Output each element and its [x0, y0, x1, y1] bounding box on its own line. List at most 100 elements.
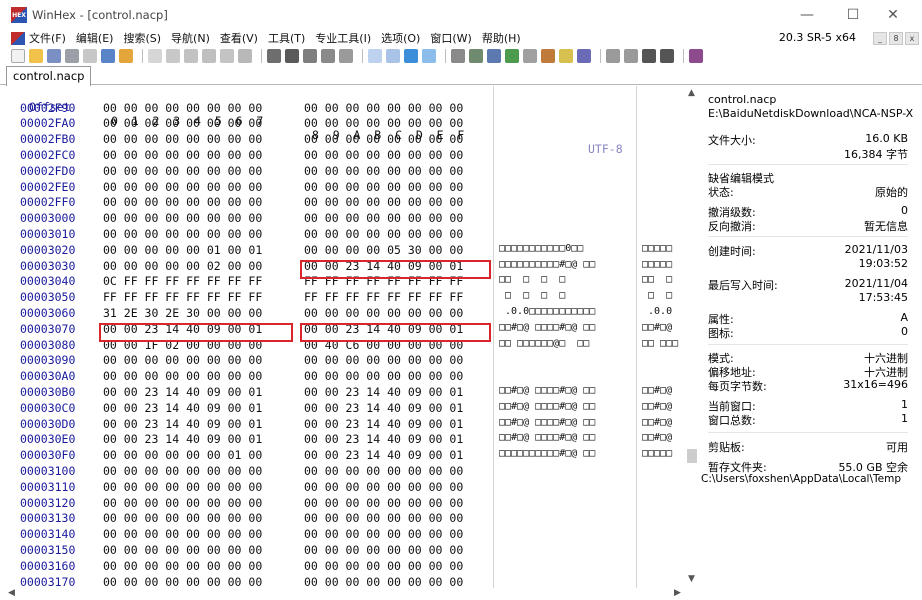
hex-row[interactable]: 000030F0 00 00 00 00 00 00 01 00 00 00 23 …	[0, 448, 684, 464]
hex-bytes-high[interactable]: 00 00 00 00 00 00 00 00	[304, 543, 463, 557]
menu-options[interactable]: 选项(O)	[381, 30, 420, 46]
forward-arrow-icon[interactable]	[422, 49, 436, 63]
new-file-icon[interactable]	[11, 49, 25, 63]
hex-bytes-low[interactable]: 00 00 00 00 00 00 00 00	[103, 543, 262, 557]
copy-icon[interactable]	[184, 49, 198, 63]
offset-cell[interactable]: 00003070	[20, 322, 75, 336]
menu-navigation[interactable]: 导航(N)	[171, 30, 210, 46]
undo-icon[interactable]	[148, 49, 162, 63]
hex-bytes-low[interactable]: 00 00 00 00 00 00 00 00	[103, 496, 262, 510]
hex-bytes-low[interactable]: 00 00 00 00 00 00 00 00	[103, 464, 262, 478]
text-decoded[interactable]: □ □ □ □	[499, 290, 565, 301]
hex-bytes-high[interactable]: 00 00 00 00 00 00 00 00	[304, 195, 463, 209]
hex-bytes-low[interactable]: 00 00 00 00 00 00 00 00	[103, 180, 262, 194]
menu-search[interactable]: 搜索(S)	[123, 30, 161, 46]
hex-bytes-high[interactable]: 00 00 00 00 00 00 00 00	[304, 369, 463, 383]
hex-bytes-high[interactable]: 00 00 00 00 05 30 00 00	[304, 243, 463, 257]
offset-cell[interactable]: 00003010	[20, 227, 75, 241]
properties-icon[interactable]	[83, 49, 97, 63]
hex-row[interactable]: 00002FF0 00 00 00 00 00 00 00 00 00 00 00 …	[0, 195, 684, 211]
hex-row[interactable]: 000030A0 00 00 00 00 00 00 00 00 00 00 00 …	[0, 369, 684, 385]
menu-tools[interactable]: 工具(T)	[268, 30, 305, 46]
folder-up-icon[interactable]	[119, 49, 133, 63]
minimize-button[interactable]: —	[784, 0, 830, 30]
hex-bytes-low[interactable]: 00 00 00 00 00 00 00 00	[103, 480, 262, 494]
offset-cell[interactable]: 00003100	[20, 464, 75, 478]
vertical-scrollbar[interactable]: ▲ ▼	[684, 86, 700, 588]
hex-bytes-high[interactable]: 00 00 00 00 00 00 00 00	[304, 527, 463, 541]
find-text-icon[interactable]	[267, 49, 281, 63]
offset-cell[interactable]: 00003170	[20, 575, 75, 589]
hex-bytes-low[interactable]: 00 00 00 00 00 00 00 00	[103, 195, 262, 209]
hex-bytes-low[interactable]: 00 00 23 14 40 09 00 01	[103, 417, 262, 431]
hex-bytes-low[interactable]: 00 00 00 00 00 00 00 00	[103, 211, 262, 225]
hex-row[interactable]: 00002FA0 00 00 00 00 00 00 00 00 00 00 00 …	[0, 116, 684, 132]
hex-bytes-high[interactable]: 00 00 00 00 00 00 00 00	[304, 480, 463, 494]
menu-specialist-tools[interactable]: 专业工具(I)	[315, 30, 371, 46]
hex-row[interactable]: 00003110 00 00 00 00 00 00 00 00 00 00 00 …	[0, 480, 684, 496]
hex-row[interactable]: 00003130 00 00 00 00 00 00 00 00 00 00 00 …	[0, 511, 684, 527]
text-decoded[interactable]: □□#□@ □□□□#□@ □□	[499, 322, 595, 333]
offset-cell[interactable]: 000030D0	[20, 417, 75, 431]
goto-sector-icon[interactable]	[386, 49, 400, 63]
offset-cell[interactable]: 000030E0	[20, 432, 75, 446]
hex-row[interactable]: 000030D0 00 00 23 14 40 09 00 01 00 00 23 …	[0, 417, 684, 433]
text-decoded[interactable]: □□#□@ □□□□#□@ □□	[499, 432, 595, 443]
open-folder-icon[interactable]	[29, 49, 43, 63]
tab-control-nacp[interactable]: control.nacp	[6, 66, 92, 86]
hex-bytes-low[interactable]: 00 00 00 00 00 00 00 00	[103, 369, 262, 383]
scroll-thumb[interactable]	[687, 449, 697, 463]
hex-row[interactable]: 00002FC0 00 00 00 00 00 00 00 00 00 00 00 …	[0, 148, 684, 164]
offset-cell[interactable]: 00002FF0	[20, 195, 75, 209]
hex-bytes-high[interactable]: 00 00 00 00 00 00 00 00	[304, 211, 463, 225]
hex-bytes-high[interactable]: 00 00 00 00 00 00 00 00	[304, 353, 463, 367]
document-icon[interactable]	[11, 31, 25, 45]
find-next-icon[interactable]	[339, 49, 353, 63]
hex-bytes-low[interactable]: 00 00 00 00 00 00 01 00	[103, 448, 262, 462]
hex-bytes-high[interactable]: 00 00 00 00 00 00 00 00	[304, 511, 463, 525]
menu-help[interactable]: 帮助(H)	[482, 30, 521, 46]
offset-cell[interactable]: 000030B0	[20, 385, 75, 399]
hex-row[interactable]: 00003000 00 00 00 00 00 00 00 00 00 00 00 …	[0, 211, 684, 227]
offset-cell[interactable]: 00003090	[20, 353, 75, 367]
hex-bytes-high[interactable]: 00 00 00 00 00 00 00 00	[304, 164, 463, 178]
hex-bytes-high[interactable]: 00 00 00 00 00 00 00 00	[304, 148, 463, 162]
disk-icon[interactable]	[101, 49, 115, 63]
text-decoded-secondary[interactable]: □□#□@	[642, 385, 672, 396]
hex-bytes-high[interactable]: 00 00 00 00 00 00 00 00	[304, 559, 463, 573]
offset-cell[interactable]: 00002F90	[20, 101, 75, 115]
scroll-left-icon[interactable]: ◀	[8, 588, 15, 598]
hex-row[interactable]: 000030C0 00 00 23 14 40 09 00 01 00 00 23 …	[0, 401, 684, 417]
text-decoded[interactable]: □□#□@ □□□□#□@ □□	[499, 385, 595, 396]
text-decoded[interactable]: □□□□□□□□□□#□@ □□	[499, 448, 595, 459]
hex-bytes-high[interactable]: 00 00 00 00 00 00 00 00	[304, 132, 463, 146]
hex-bytes-low[interactable]: 00 00 00 00 00 00 00 00	[103, 527, 262, 541]
hex-row[interactable]: 00003100 00 00 00 00 00 00 00 00 00 00 00 …	[0, 464, 684, 480]
offset-cell[interactable]: 00003150	[20, 543, 75, 557]
hex-row[interactable]: 00003020 00 00 00 00 00 01 00 01 00 00 00 …	[0, 243, 684, 259]
text-decoded-secondary[interactable]: □□#□@	[642, 432, 672, 443]
text-decoded-secondary[interactable]: □□ □□□	[642, 338, 678, 349]
hex-bytes-low[interactable]: 00 00 00 00 00 00 00 00	[103, 559, 262, 573]
text-decoded-secondary[interactable]: □□#□@	[642, 417, 672, 428]
hex-bytes-high[interactable]: 00 00 00 00 00 00 00 00	[304, 101, 463, 115]
hex-editor[interactable]: Offset 0 1 2 3 4 5 6 7 8 9 A B C D E F U…	[0, 86, 684, 588]
hex-bytes-low[interactable]: 00 00 23 14 40 09 00 01	[103, 385, 262, 399]
menu-window[interactable]: 窗口(W)	[430, 30, 471, 46]
offset-cell[interactable]: 00002FC0	[20, 148, 75, 162]
hex-bytes-high[interactable]: 00 00 00 00 00 00 00 00	[304, 180, 463, 194]
hex-row[interactable]: 00002FD0 00 00 00 00 00 00 00 00 00 00 00 …	[0, 164, 684, 180]
analyze-icon[interactable]	[487, 49, 501, 63]
offset-cell[interactable]: 00003080	[20, 338, 75, 352]
child-minimize-button[interactable]: _	[873, 32, 887, 45]
hex-row[interactable]: 00002FE0 00 00 00 00 00 00 00 00 00 00 00 …	[0, 180, 684, 196]
case-icon[interactable]	[606, 49, 620, 63]
offset-cell[interactable]: 000030A0	[20, 369, 75, 383]
save-icon[interactable]	[47, 49, 61, 63]
hex-row[interactable]: 00003050 FF FF FF FF FF FF FF FF FF FF FF …	[0, 290, 684, 306]
hex-row[interactable]: 00003060 31 2E 30 2E 30 00 00 00 00 00 00 …	[0, 306, 684, 322]
search-icon[interactable]	[523, 49, 537, 63]
menu-file[interactable]: 文件(F)	[29, 30, 66, 46]
hex-bytes-high[interactable]: 00 00 00 00 00 00 00 00	[304, 464, 463, 478]
text-decoded-secondary[interactable]: □□□□□	[642, 243, 672, 254]
